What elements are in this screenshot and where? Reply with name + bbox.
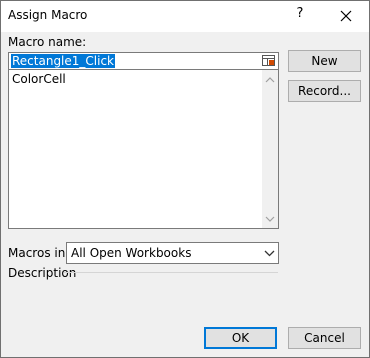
chevron-down-icon <box>264 250 275 257</box>
macros-in-value: All Open Workbooks <box>71 246 192 260</box>
macros-in-dropdown-button[interactable] <box>260 243 278 263</box>
ok-button[interactable]: OK <box>204 327 277 349</box>
close-icon <box>340 10 352 22</box>
assign-macro-dialog: Assign Macro ? Macro name: Rectangle1_Cl… <box>0 0 370 358</box>
help-button[interactable]: ? <box>293 6 307 21</box>
scroll-down-icon[interactable] <box>265 215 275 223</box>
range-select-icon <box>262 55 275 66</box>
macro-name-input[interactable]: Rectangle1_Click <box>8 52 279 70</box>
dialog-title: Assign Macro <box>8 8 88 22</box>
macros-in-label: Macros in: <box>8 246 70 260</box>
list-item[interactable]: ColorCell <box>12 72 66 86</box>
new-button[interactable]: New <box>288 50 361 72</box>
list-scrollbar[interactable] <box>262 70 278 228</box>
description-label: Description <box>8 266 77 280</box>
cancel-button[interactable]: Cancel <box>288 327 361 349</box>
scroll-up-icon[interactable] <box>265 76 275 84</box>
macro-list[interactable]: ColorCell <box>8 69 279 229</box>
description-divider <box>64 272 278 273</box>
range-select-button[interactable] <box>261 54 277 68</box>
macro-name-value: Rectangle1_Click <box>11 54 116 68</box>
macros-in-select[interactable]: All Open Workbooks <box>66 242 279 264</box>
macro-name-label: Macro name: <box>8 35 87 49</box>
record-button[interactable]: Record... <box>288 80 361 102</box>
close-button[interactable] <box>332 5 360 27</box>
title-bar: Assign Macro ? <box>1 1 369 32</box>
